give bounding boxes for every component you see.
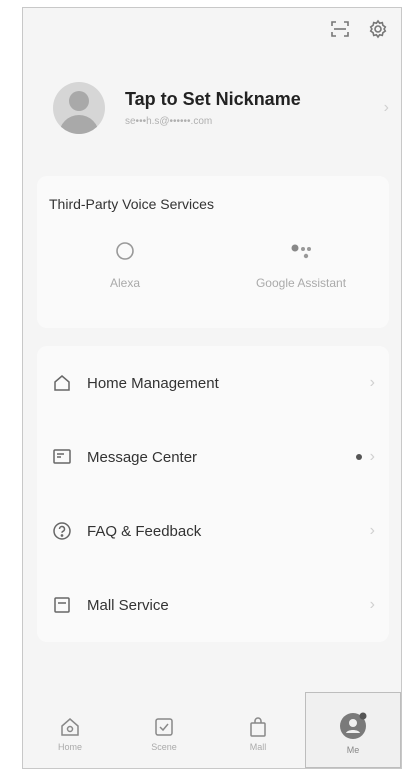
home-icon xyxy=(61,718,79,736)
chevron-right-icon: › xyxy=(369,374,375,391)
nickname-label[interactable]: Tap to Set Nickname xyxy=(125,89,384,110)
user-icon xyxy=(340,712,367,739)
tab-scene[interactable]: Scene xyxy=(117,700,211,768)
scene-icon xyxy=(155,718,173,736)
tab-mall[interactable]: Mall xyxy=(211,700,305,768)
chevron-right-icon: › xyxy=(369,448,375,465)
message-icon xyxy=(51,446,73,468)
scan-icon[interactable] xyxy=(329,18,351,40)
voice-service-google-assistant[interactable]: Google Assistant xyxy=(213,236,389,290)
account-email: se•••h.s@••••••.com xyxy=(125,116,213,127)
voice-services-title: Third-Party Voice Services xyxy=(49,196,214,212)
tab-label: Mall xyxy=(249,742,267,752)
mall-icon xyxy=(51,594,73,616)
help-icon xyxy=(51,520,73,542)
menu-item-message-center[interactable]: Message Center › xyxy=(37,420,389,494)
tab-me[interactable]: Me xyxy=(305,692,401,768)
voice-service-alexa[interactable]: Alexa xyxy=(37,236,213,290)
tab-label: Me xyxy=(346,745,360,755)
chevron-right-icon: › xyxy=(369,522,375,539)
gear-icon[interactable] xyxy=(367,18,389,40)
bottom-tab-bar: Home Scene Mall Me xyxy=(23,692,401,768)
avatar[interactable] xyxy=(53,82,105,134)
menu-item-label: Message Center xyxy=(87,448,198,466)
menu-item-label: Home Management xyxy=(87,374,219,392)
menu-item-label: FAQ & Feedback xyxy=(87,522,202,540)
google-assistant-label: Google Assistant xyxy=(255,276,347,290)
tab-home[interactable]: Home xyxy=(23,700,117,768)
alexa-label: Alexa xyxy=(109,276,141,290)
voice-services-card: Third-Party Voice Services Alexa Google … xyxy=(37,176,389,328)
chevron-right-icon: › xyxy=(383,99,389,116)
shopping-bag-icon xyxy=(250,717,266,737)
home-icon xyxy=(51,372,73,394)
chevron-right-icon: › xyxy=(369,596,375,613)
menu-item-label: Mall Service xyxy=(87,596,169,614)
tab-label: Home xyxy=(57,742,82,752)
menu-item-home-management[interactable]: Home Management › xyxy=(37,346,389,420)
menu-item-mall-service[interactable]: Mall Service › xyxy=(37,568,389,642)
settings-menu: Home Management › Message Center › FAQ &… xyxy=(37,346,389,642)
google-assistant-icon xyxy=(288,236,314,266)
unread-dot xyxy=(355,454,362,460)
profile-header[interactable]: Tap to Set Nickname se•••h.s@••••••.com … xyxy=(37,64,389,152)
menu-item-faq-feedback[interactable]: FAQ & Feedback › xyxy=(37,494,389,568)
app-screen: Tap to Set Nickname se•••h.s@••••••.com … xyxy=(22,7,402,769)
tab-label: Scene xyxy=(151,742,177,752)
top-bar xyxy=(329,18,389,40)
alexa-icon xyxy=(114,236,136,266)
